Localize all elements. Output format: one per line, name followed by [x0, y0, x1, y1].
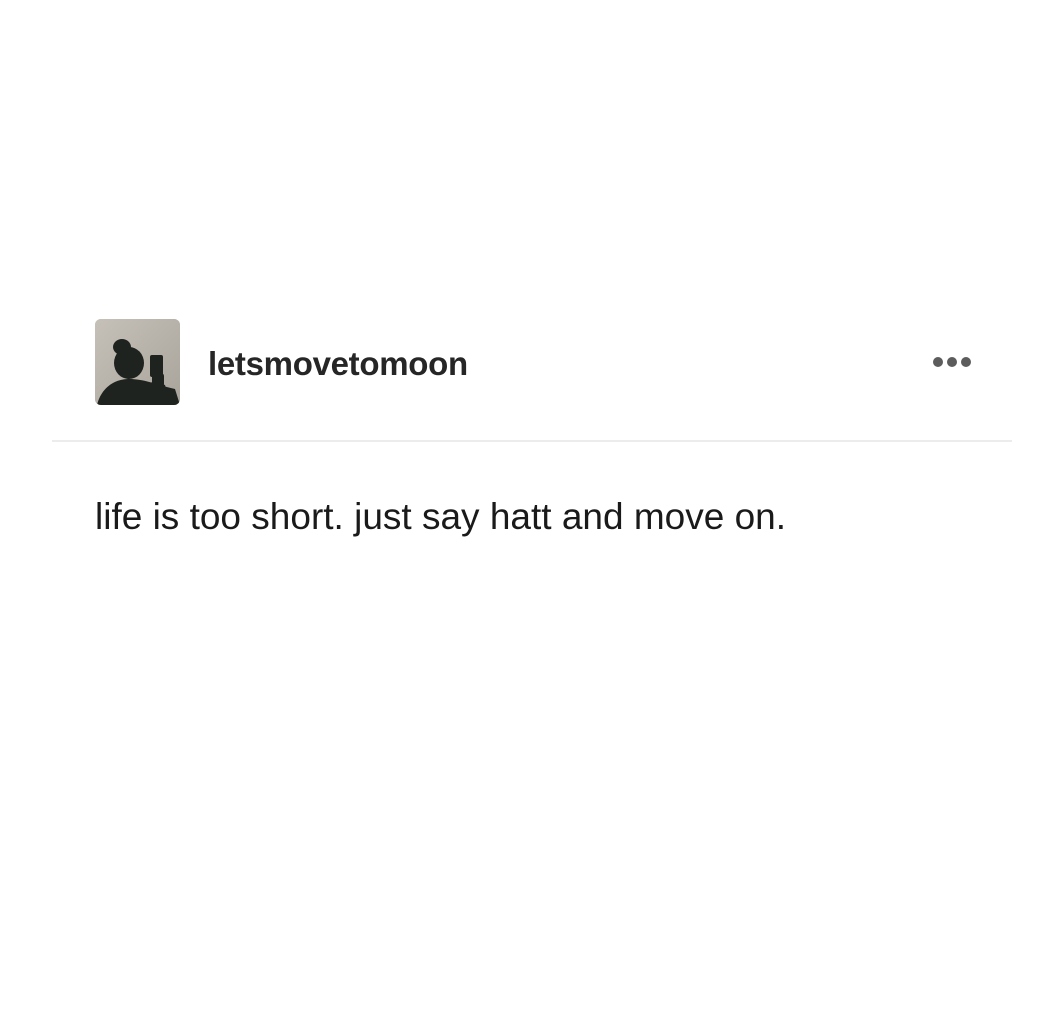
post-card: letsmovetomoon life is too short. just s…	[0, 0, 1064, 1028]
silhouette-avatar-icon	[95, 319, 180, 405]
more-options-icon-dot	[961, 357, 971, 367]
author-username[interactable]: letsmovetomoon	[208, 344, 468, 384]
more-options-icon-dot	[947, 357, 957, 367]
post-body-text: life is too short. just say hatt and mov…	[95, 496, 787, 537]
more-options-button[interactable]	[924, 346, 980, 378]
more-options-icon	[933, 357, 943, 367]
header-divider	[52, 440, 1012, 442]
author-avatar[interactable]	[95, 319, 180, 405]
